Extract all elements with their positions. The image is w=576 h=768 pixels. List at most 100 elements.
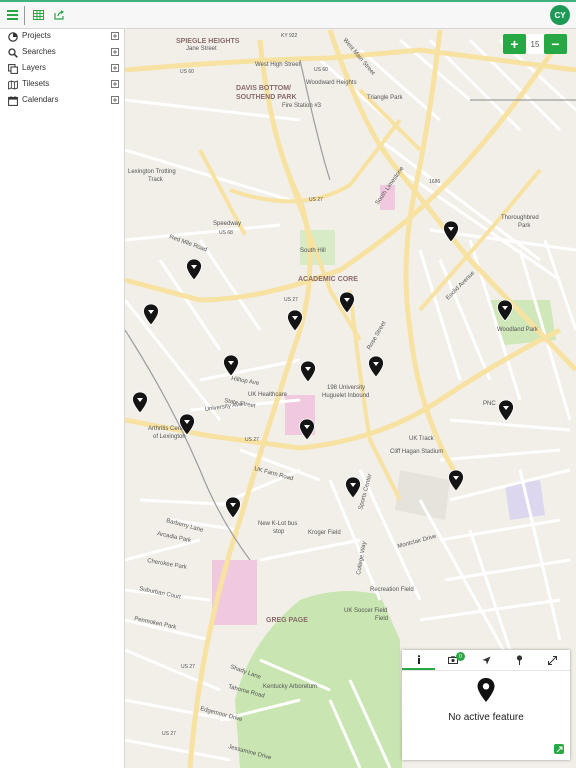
feature-marker[interactable] (300, 360, 316, 383)
place-label: Field (375, 616, 388, 622)
place-label: UK Healthcare (248, 392, 288, 398)
route-shield: US 27 (162, 731, 176, 737)
toolbar: CY (0, 2, 576, 29)
route-shield: US 27 (181, 664, 195, 670)
resize-handle-icon[interactable] (554, 744, 564, 754)
street-label: Hilltop Ave (231, 376, 261, 387)
place-label: Recreation Field (370, 587, 414, 593)
projects-icon (8, 32, 18, 42)
route-shield: US 60 (180, 69, 194, 75)
neighborhood-label: ACADEMIC CORE (298, 276, 358, 283)
neighborhood-label: GREG PAGE (266, 617, 308, 624)
place-label: stop (273, 529, 285, 535)
campus-area (395, 470, 450, 520)
user-avatar[interactable]: CY (550, 5, 570, 25)
tab-expand[interactable] (536, 650, 569, 670)
place-label: Fire Station #3 (282, 103, 322, 109)
sidebar-item-label: Layers (22, 63, 47, 72)
route-shield: US 68 (219, 230, 233, 236)
layers-icon (8, 64, 18, 74)
street-label: Cherokee Park (147, 558, 188, 571)
feature-panel: 0 No active feature (402, 650, 570, 760)
sidebar-item-label: Calendars (22, 95, 59, 104)
street-label: Montclair Drive (397, 534, 438, 550)
add-icon[interactable] (111, 64, 119, 72)
place-label: UK Track (409, 436, 435, 442)
map-icon (8, 80, 18, 90)
place-label: Lexington Trotting (128, 169, 176, 175)
feature-marker[interactable] (132, 391, 148, 414)
feature-marker[interactable] (368, 355, 384, 378)
zoom-level: 15 (526, 34, 544, 54)
place-label: South Hill (300, 248, 326, 254)
street-label: Jane Street (186, 46, 217, 52)
place-label: Kentucky Arboretum (263, 684, 317, 690)
place-label: Kroger Field (308, 530, 341, 536)
feature-marker[interactable] (186, 258, 202, 281)
table-icon[interactable] (29, 6, 47, 24)
add-icon[interactable] (111, 80, 119, 88)
street-label: Rose Street (367, 320, 388, 351)
feature-marker[interactable] (143, 303, 159, 326)
feature-marker[interactable] (345, 476, 361, 499)
place-label: 198 University (327, 385, 365, 391)
place-label: Triangle Park (367, 95, 403, 101)
street-label: Barberry Lane (165, 518, 204, 534)
feature-marker[interactable] (448, 469, 464, 492)
zoom-out-button[interactable]: − (544, 34, 567, 54)
expand-icon (548, 655, 557, 665)
feature-marker[interactable] (225, 496, 241, 519)
info-icon (417, 654, 420, 664)
street-label: Arcadia Park (157, 531, 193, 544)
place-label: Woodward Heights (306, 80, 357, 86)
place-label: Woodland Park (497, 327, 539, 333)
sidebar-item-searches[interactable]: Searches (0, 45, 124, 61)
sidebar: Projects Searches Layers Tilesets Calend… (0, 29, 125, 768)
neighborhood-label: SPIEGLE HEIGHTS (176, 38, 240, 45)
place-label: Huguelet Inbound (322, 393, 369, 399)
neighborhood-label: DAVIS BOTTOM/ (236, 85, 291, 92)
place-label: New K-Lot bus (258, 521, 297, 527)
pin-icon (516, 655, 523, 665)
tab-info[interactable] (402, 650, 435, 670)
hamburger-icon[interactable] (3, 6, 21, 24)
zoom-in-button[interactable]: + (503, 34, 526, 54)
place-label: Thoroughbred (501, 215, 539, 221)
tab-navigate[interactable] (470, 650, 503, 670)
route-shield: US 27 (309, 197, 323, 203)
feature-marker[interactable] (299, 418, 315, 441)
place-label: PNC (483, 401, 496, 407)
toolbar-separator (24, 6, 25, 25)
search-icon (8, 48, 18, 58)
place-label: of Lexington (153, 434, 186, 440)
place-label: Cliff Hagan Stadium (390, 449, 443, 455)
neighborhood-label: SOUTHEND PARK (236, 94, 297, 101)
sidebar-item-label: Searches (22, 47, 56, 56)
route-shield: US 27 (284, 297, 298, 303)
add-icon[interactable] (111, 48, 119, 56)
sidebar-item-tilesets[interactable]: Tilesets (0, 77, 124, 93)
no-feature-message: No active feature (448, 712, 524, 723)
route-shield: 1686 (429, 179, 440, 185)
calendar-icon (8, 96, 18, 106)
tab-pin[interactable] (503, 650, 536, 670)
navigate-icon (482, 656, 491, 664)
route-shield: US 27 (245, 437, 259, 443)
sidebar-item-layers[interactable]: Layers (0, 61, 124, 77)
sidebar-item-label: Tilesets (22, 79, 50, 88)
zoom-control: + 15 − (503, 34, 567, 54)
sidebar-item-calendars[interactable]: Calendars (0, 93, 124, 109)
feature-marker[interactable] (498, 399, 514, 422)
place-label: Park (518, 223, 531, 229)
add-icon[interactable] (111, 96, 119, 104)
place-label: Speedway (213, 221, 241, 227)
media-count-badge: 0 (456, 652, 465, 661)
street-label: West High Street (255, 62, 301, 68)
share-icon[interactable] (50, 6, 68, 24)
route-shield: US 60 (314, 67, 328, 73)
sidebar-item-projects[interactable]: Projects (0, 29, 124, 45)
location-pin-icon (477, 678, 495, 702)
route-shield: KY 922 (281, 33, 298, 39)
add-icon[interactable] (111, 32, 119, 40)
feature-panel-tabs: 0 (402, 650, 570, 671)
